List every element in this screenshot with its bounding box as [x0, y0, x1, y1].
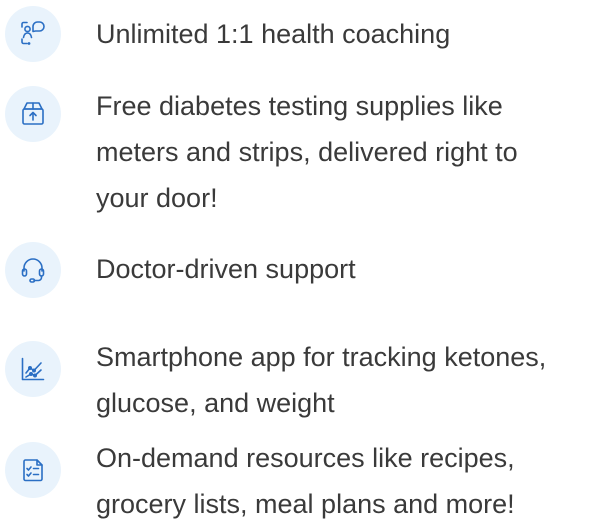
benefit-text: Unlimited 1:1 health coaching [96, 19, 451, 49]
checklist-icon [5, 442, 61, 498]
headset-icon [5, 242, 61, 298]
supply-box-icon [5, 86, 61, 142]
benefit-text: Doctor-driven support [96, 254, 356, 284]
coaching-chat-icon [5, 6, 61, 62]
benefit-text: Smartphone app for tracking ketones, glu… [96, 342, 547, 418]
benefits-list: Unlimited 1:1 health coaching Free diabe… [0, 0, 603, 525]
trend-chart-icon [5, 341, 61, 397]
benefit-text: Free diabetes testing supplies like mete… [96, 91, 518, 213]
benefit-text: On-demand resources like recipes, grocer… [96, 443, 515, 519]
